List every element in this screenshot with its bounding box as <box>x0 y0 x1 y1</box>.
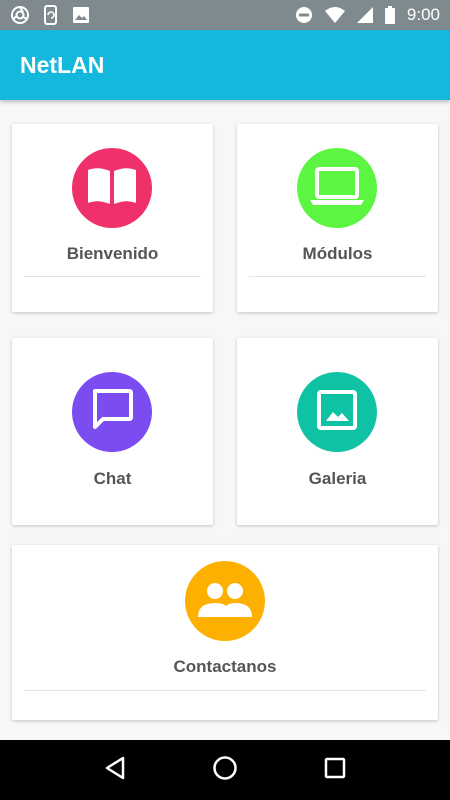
book-icon-circle <box>72 148 152 228</box>
back-icon <box>104 756 126 785</box>
card-divider <box>24 276 201 277</box>
chromium-icon <box>10 5 30 25</box>
phone-sync-icon <box>42 5 60 25</box>
app-bar: NetLAN <box>0 30 450 100</box>
people-icon <box>198 581 252 622</box>
laptop-icon <box>310 166 364 211</box>
wifi-icon <box>324 7 345 23</box>
card-label-contactanos: Contactanos <box>173 657 277 676</box>
status-time: 9:00 <box>406 5 440 24</box>
home-button[interactable] <box>205 750 245 790</box>
navigation-bar <box>0 740 450 800</box>
gallery-icon <box>317 389 357 435</box>
home-icon <box>212 755 238 786</box>
card-modulos[interactable]: Módulos <box>237 124 438 312</box>
card-bienvenido[interactable]: Bienvenido <box>12 124 213 312</box>
people-icon-circle <box>185 561 265 641</box>
chat-icon <box>91 388 133 436</box>
recents-icon <box>324 757 346 784</box>
back-button[interactable] <box>95 750 135 790</box>
card-contactanos[interactable]: Contactanos <box>12 545 438 720</box>
card-divider <box>249 276 426 277</box>
card-label-bienvenido: Bienvenido <box>66 244 159 263</box>
image-icon <box>72 6 90 24</box>
card-label-galeria: Galeria <box>308 469 367 488</box>
book-icon <box>86 166 138 211</box>
card-galeria[interactable]: Galeria <box>237 338 438 525</box>
status-bar: 9:00 <box>0 0 450 30</box>
laptop-icon-circle <box>297 148 377 228</box>
app-title: NetLAN <box>20 51 105 78</box>
gallery-icon-circle <box>297 372 377 452</box>
card-chat[interactable]: Chat <box>12 338 213 525</box>
chat-icon-circle <box>72 372 152 452</box>
recents-button[interactable] <box>315 750 355 790</box>
signal-icon <box>356 7 373 23</box>
card-divider <box>24 690 426 691</box>
card-label-chat: Chat <box>93 469 132 488</box>
card-label-modulos: Módulos <box>302 244 373 263</box>
battery-icon <box>384 6 395 24</box>
do-not-disturb-icon <box>295 6 313 24</box>
